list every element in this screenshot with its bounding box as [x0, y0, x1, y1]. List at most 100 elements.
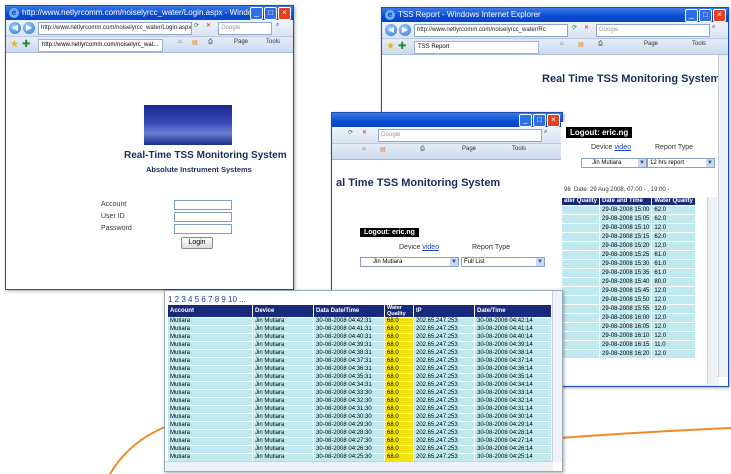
- logout-link[interactable]: Logout: eric.ng: [360, 228, 419, 237]
- middle-window-titlebar[interactable]: _ □ ×: [332, 113, 562, 127]
- home-icon[interactable]: ⌂: [362, 146, 366, 152]
- forward-button[interactable]: ▶: [399, 24, 411, 36]
- table-row: Mutiara Jin Mutiara 30-08-2008 04:32:30 68.…: [167, 397, 552, 406]
- table-cell: 202.65.247.253: [413, 437, 475, 446]
- table-cell: 30-08-2008 04:37:14: [474, 357, 552, 366]
- stop-icon[interactable]: ✕: [206, 22, 211, 29]
- print-icon[interactable]: ⎙: [208, 39, 213, 46]
- chevron-down-icon: ▼: [706, 159, 714, 167]
- favorites-star-icon[interactable]: ★: [386, 41, 395, 52]
- minimize-button[interactable]: _: [250, 7, 263, 20]
- device-select[interactable]: Jin Mutiara ▼: [360, 257, 459, 267]
- table-cell: Jin Mutiara: [252, 421, 314, 430]
- maximize-button[interactable]: □: [264, 7, 277, 20]
- add-favorites-icon[interactable]: ✚: [398, 41, 406, 52]
- account-label: Account: [101, 201, 127, 208]
- report-logout-link[interactable]: Logout: eric.ng: [566, 127, 633, 138]
- report-vertical-scrollbar[interactable]: [718, 55, 728, 377]
- forward-button[interactable]: ▶: [23, 22, 35, 34]
- maximize-button[interactable]: □: [533, 114, 546, 127]
- account-field[interactable]: [174, 200, 232, 210]
- table-cell: Mutiara: [167, 389, 253, 398]
- table-cell: Mutiara: [167, 405, 253, 414]
- report-search-field[interactable]: Google: [596, 24, 710, 37]
- table-cell: 30-08-2008 04:35:14: [474, 373, 552, 382]
- search-icon[interactable]: ⌕: [712, 24, 715, 31]
- table-cell: 30-08-2008 04:32:14: [474, 397, 552, 406]
- report-window-titlebar[interactable]: e TSS Report - Windows Internet Explorer…: [382, 8, 728, 22]
- table-row: Mutiara Jin Mutiara 30-08-2008 04:31:30 68.…: [167, 405, 552, 414]
- password-field[interactable]: [174, 224, 232, 234]
- table-row: Mutiara Jin Mutiara 30-08-2008 04:40:31 68.…: [167, 333, 552, 342]
- video-link[interactable]: video: [422, 244, 439, 251]
- login-address-field[interactable]: http://www.netlyrcomm.com/noiselyrcc_wat…: [38, 22, 192, 35]
- stop-icon[interactable]: ✕: [362, 129, 367, 136]
- tools-menu[interactable]: Tools: [266, 39, 280, 45]
- back-button[interactable]: ◀: [385, 24, 397, 36]
- report-video-link[interactable]: video: [614, 144, 631, 151]
- pager[interactable]: 1 2 3 4 5 6 7 8 9 10 ...: [168, 295, 246, 304]
- table-row: Mutiara Jin Mutiara 30-08-2008 04:39:31 68.…: [167, 341, 552, 350]
- page-menu[interactable]: Page: [644, 41, 658, 47]
- report-cell: [561, 322, 601, 332]
- login-tab[interactable]: http://www.netlyrcomm.com/noiselyrc_wat.…: [38, 39, 163, 52]
- report-period-select[interactable]: 12 hrs report ▼: [647, 158, 715, 168]
- report-device-select[interactable]: Jin Mutiara ▼: [581, 158, 647, 168]
- report-row: 29-08-2008 15:20 12.0: [561, 241, 696, 251]
- favorites-star-icon[interactable]: ★: [10, 39, 19, 50]
- report-pane-scrollbar[interactable]: [707, 197, 717, 384]
- search-icon[interactable]: ⌕: [276, 22, 279, 29]
- home-icon[interactable]: ⌂: [178, 39, 182, 45]
- table-cell: Jin Mutiara: [252, 413, 314, 422]
- minimize-button[interactable]: _: [519, 114, 532, 127]
- table-cell: 30-08-2008 04:27:30: [313, 437, 385, 446]
- home-icon[interactable]: ⌂: [560, 41, 564, 47]
- middle-search-field[interactable]: Google: [378, 129, 542, 142]
- report-column-header: Date and Time: [599, 197, 653, 206]
- report-cell: 29-08-2008 16:00: [599, 313, 653, 323]
- tools-menu[interactable]: Tools: [512, 146, 526, 152]
- report-tab[interactable]: TSS Report: [414, 41, 539, 54]
- table-row: Mutiara Jin Mutiara 30-08-2008 04:41:31 68.…: [167, 325, 552, 334]
- refresh-icon[interactable]: ⟳: [348, 129, 353, 136]
- report-address-field[interactable]: http://www.netlyrcomm.com/noiselyrcc_wat…: [414, 24, 568, 37]
- minimize-button[interactable]: _: [685, 9, 698, 22]
- table-cell: 30-08-2008 04:36:31: [313, 365, 385, 374]
- report-cell: 29-08-2008 15:35: [599, 268, 653, 278]
- login-button[interactable]: Login: [181, 237, 213, 249]
- feeds-icon[interactable]: ▤: [578, 41, 584, 48]
- table-cell: 30-08-2008 04:34:14: [474, 381, 552, 390]
- back-button[interactable]: ◀: [9, 22, 21, 34]
- close-button[interactable]: ×: [713, 9, 726, 22]
- report-cell: [561, 286, 601, 296]
- close-button[interactable]: ×: [278, 7, 291, 20]
- refresh-icon[interactable]: ⟳: [572, 24, 577, 31]
- login-window-titlebar[interactable]: e http://www.netlyrcomm.com/noiselyrcc_w…: [6, 6, 293, 20]
- print-icon[interactable]: ⎙: [420, 146, 425, 153]
- userid-field[interactable]: [174, 212, 232, 222]
- feeds-icon[interactable]: ▤: [380, 146, 386, 153]
- print-icon[interactable]: ⎙: [598, 41, 603, 48]
- ie-logo-icon: e: [385, 10, 395, 20]
- close-button[interactable]: ×: [547, 114, 560, 127]
- search-icon[interactable]: ⌕: [544, 129, 547, 136]
- stop-icon[interactable]: ✕: [584, 24, 589, 31]
- table-cell: 202.65.247.253: [413, 381, 475, 390]
- add-favorites-icon[interactable]: ✚: [22, 39, 30, 50]
- refresh-icon[interactable]: ⟳: [194, 22, 199, 29]
- device-label: Device video: [399, 244, 440, 251]
- table-cell: 202.65.247.253: [413, 333, 475, 342]
- report-cell: [561, 232, 601, 242]
- feeds-icon[interactable]: ▤: [192, 39, 198, 46]
- table-row: Mutiara Jin Mutiara 30-08-2008 04:37:31 68.…: [167, 357, 552, 366]
- table-vertical-scrollbar[interactable]: [552, 291, 562, 462]
- login-search-field[interactable]: Google: [218, 22, 272, 35]
- table-cell: 68.0: [384, 437, 414, 446]
- table-horizontal-scrollbar[interactable]: [165, 461, 553, 471]
- page-menu[interactable]: Page: [462, 146, 476, 152]
- maximize-button[interactable]: □: [699, 9, 712, 22]
- table-cell: Jin Mutiara: [252, 397, 314, 406]
- page-menu[interactable]: Page: [234, 39, 248, 45]
- report-type-select[interactable]: Full List ▼: [461, 257, 545, 267]
- tools-menu[interactable]: Tools: [692, 41, 706, 47]
